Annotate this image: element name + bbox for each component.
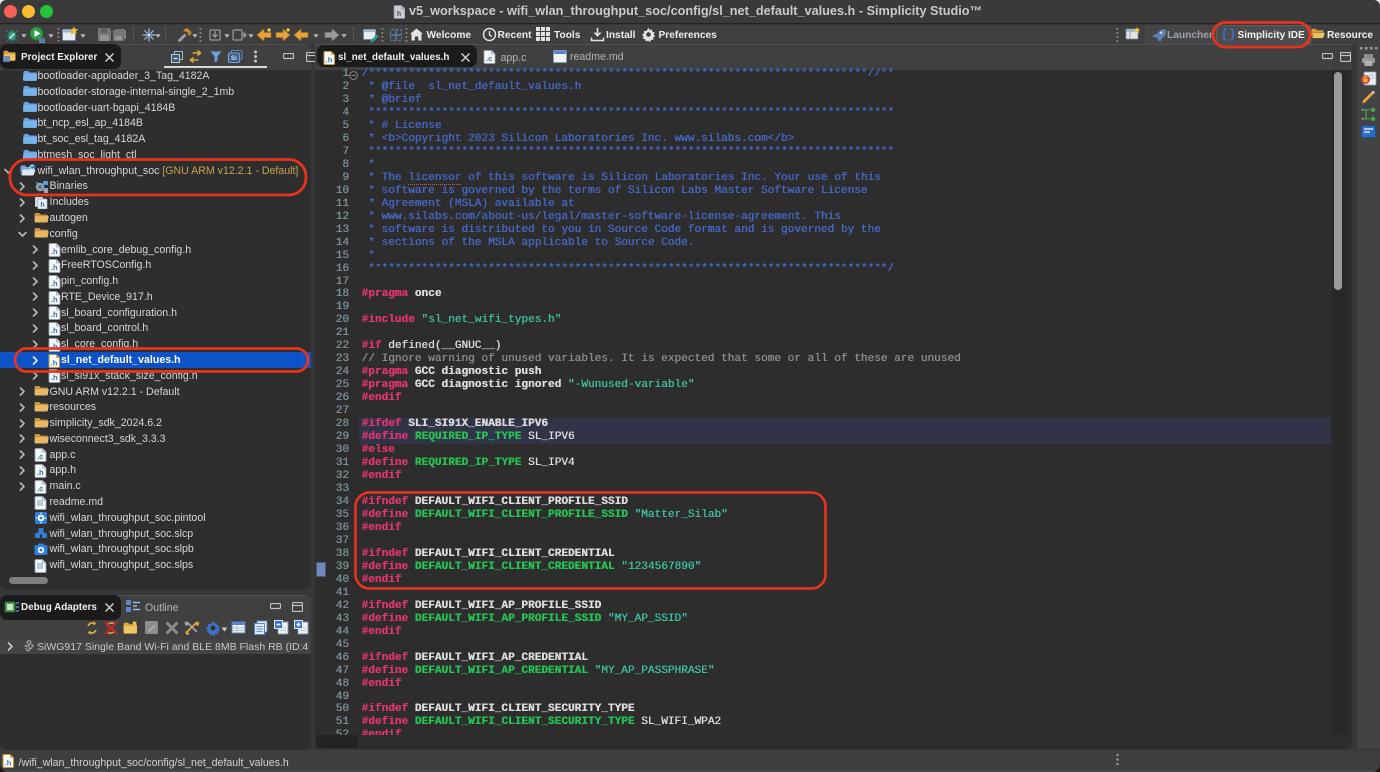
svg-text:.h: .h [36, 468, 43, 477]
svg-text:.h: .h [50, 263, 57, 272]
svg-text:.h: .h [325, 55, 332, 64]
svg-text:.h: .h [50, 295, 57, 304]
svg-text:.h: .h [50, 326, 57, 335]
svg-text:.h: .h [50, 374, 57, 383]
svg-text:.h: .h [50, 310, 57, 319]
svg-text:.h: .h [50, 279, 57, 288]
svg-text:Si: Si [231, 55, 237, 62]
svg-text:.c: .c [37, 453, 43, 462]
svg-text:.c: .c [486, 54, 492, 63]
svg-text:.h: .h [50, 247, 57, 256]
svg-text:h: h [397, 11, 401, 18]
svg-text:h: h [40, 202, 44, 209]
svg-text:.h: .h [50, 358, 57, 367]
svg-text:.c: .c [37, 484, 43, 493]
svg-text:.h: .h [50, 342, 57, 351]
